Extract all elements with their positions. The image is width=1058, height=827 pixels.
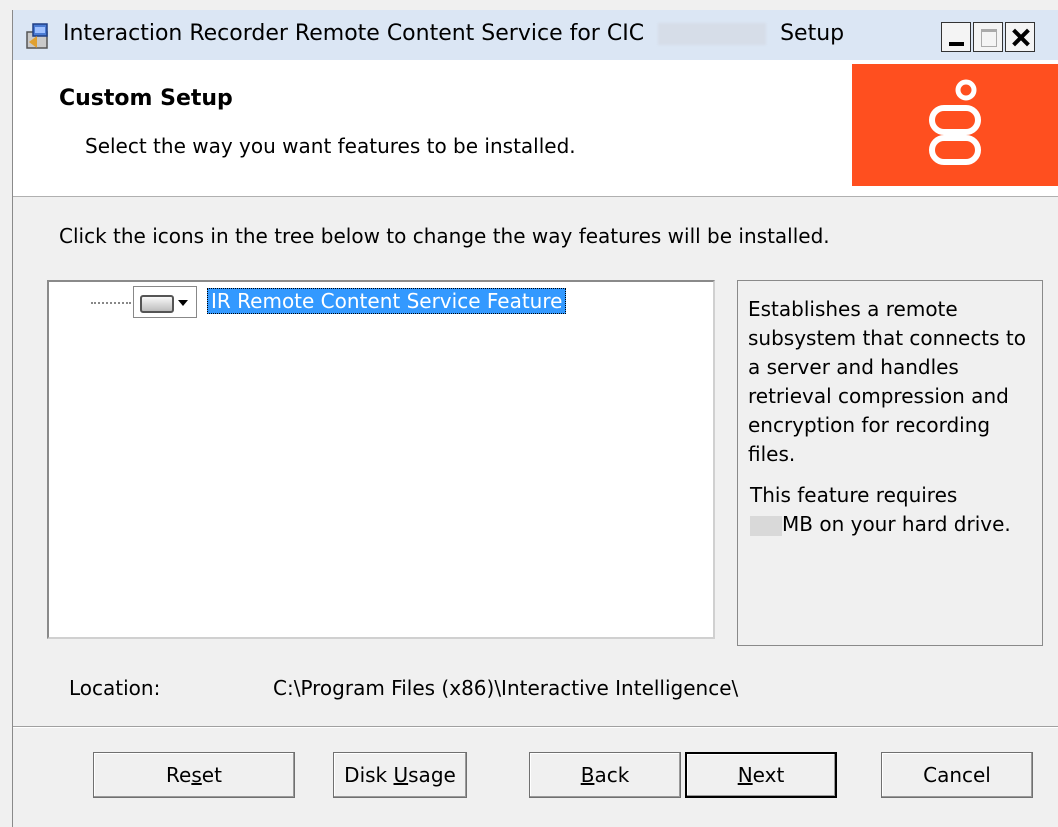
drive-icon [140, 295, 174, 313]
tree-item-ir-remote-content-service[interactable]: IR Remote Content Service Feature [207, 288, 567, 314]
feature-tree[interactable]: IR Remote Content Service Feature [47, 280, 715, 639]
feature-description: Establishes a remote subsystem that conn… [748, 297, 1027, 466]
reset-access-key: s [191, 763, 202, 787]
reset-label-pre: Re [166, 763, 192, 787]
installer-icon [26, 23, 48, 49]
instructions-text: Click the icons in the tree below to cha… [59, 224, 830, 248]
location-path: C:\Program Files (x86)\Interactive Intel… [273, 676, 739, 700]
feature-install-dropdown[interactable] [133, 286, 197, 318]
page-subtitle: Select the way you want features to be i… [85, 134, 576, 158]
next-access-key: N [737, 763, 753, 787]
disk-label-post: sage [408, 763, 456, 787]
next-label-post: ext [752, 763, 785, 787]
requirement-suffix: MB on your hard drive. [782, 512, 1011, 536]
redacted-size [750, 515, 782, 536]
requirement-prefix: This feature requires [750, 483, 958, 507]
disk-usage-button[interactable]: Disk Usage [333, 752, 467, 798]
window-title-prefix: Interaction Recorder Remote Content Serv… [63, 21, 645, 46]
tree-connector [91, 302, 131, 304]
window-title-suffix: Setup [780, 21, 845, 46]
close-icon[interactable] [1005, 22, 1035, 52]
cancel-label: Cancel [923, 763, 991, 787]
window-title: Interaction Recorder Remote Content Serv… [63, 21, 844, 46]
setup-window: Interaction Recorder Remote Content Serv… [12, 10, 1058, 827]
next-button[interactable]: Next [685, 752, 837, 798]
feature-requirement: This feature requires MB on your hard dr… [750, 481, 1036, 539]
back-access-key: B [580, 763, 595, 787]
dropdown-arrow-icon [178, 300, 188, 306]
header-banner: Custom Setup Select the way you want fea… [13, 60, 1058, 197]
logo-icon [929, 79, 981, 165]
feature-description-panel: Establishes a remote subsystem that conn… [737, 280, 1043, 646]
back-button[interactable]: Back [529, 752, 681, 798]
maximize-icon[interactable] [973, 22, 1003, 52]
minimize-icon[interactable] [941, 22, 971, 52]
footer-divider [13, 726, 1058, 728]
location-label: Location: [69, 676, 161, 700]
back-label-post: ack [594, 763, 630, 787]
disk-label-pre: Disk [344, 763, 394, 787]
reset-label-post: et [201, 763, 222, 787]
reset-button[interactable]: Re s et [93, 752, 295, 798]
title-bar: Interaction Recorder Remote Content Serv… [13, 10, 1058, 60]
redacted-version [658, 22, 767, 45]
brand-logo [852, 64, 1058, 186]
cancel-button[interactable]: Cancel [881, 752, 1033, 798]
disk-access-key: U [393, 763, 409, 787]
page-title: Custom Setup [59, 86, 233, 111]
